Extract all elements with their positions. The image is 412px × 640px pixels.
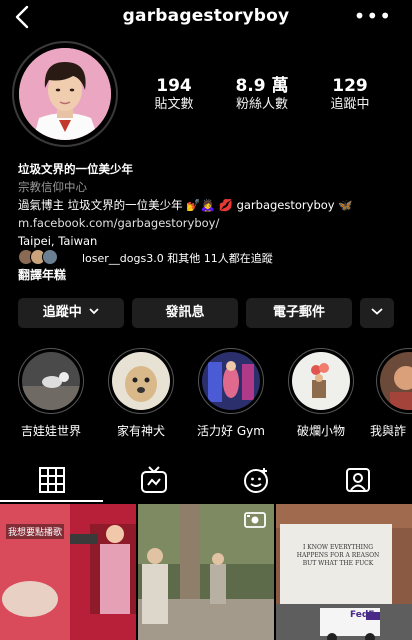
highlight-label: 吉娃娃世界 <box>20 424 81 438</box>
highlight-cover <box>112 352 170 410</box>
profile-category: 宗教信仰中心 <box>18 180 87 194</box>
suggested-button[interactable] <box>360 298 394 328</box>
posts-grid: 我想要點播歌 I KNOW EVERYTHING HAPPENS FOR A R… <box>0 504 412 640</box>
grid-icon[interactable] <box>38 466 66 494</box>
bio-link[interactable]: m.facebook.com/garbagestoryboy/ <box>18 214 398 232</box>
bio-location[interactable]: Taipei, Taiwan <box>18 232 398 250</box>
post-caption-overlay: 我想要點播歌 <box>6 524 65 539</box>
translate-link[interactable]: 翻譯年糕 <box>18 266 66 283</box>
stat-followers-value: 8.9 萬 <box>235 76 289 96</box>
highlight-cover <box>292 352 350 410</box>
top-bar: garbagestoryboy ••• <box>0 0 412 36</box>
igtv-icon[interactable] <box>140 466 168 494</box>
bio-text: 過氣博主 垃圾文界的一位美少年 💅🙇‍♀️ 💋 garbagestoryboy … <box>18 198 353 212</box>
more-icon[interactable]: ••• <box>354 6 392 26</box>
highlight-item[interactable]: 破爛小物 <box>286 348 356 438</box>
stat-following-label: 追蹤中 <box>330 97 370 112</box>
stat-followers-label: 粉絲人數 <box>235 97 288 112</box>
following-button[interactable]: 追蹤中 <box>18 298 124 328</box>
video-icon <box>244 512 266 528</box>
email-button[interactable]: 電子郵件 <box>246 298 352 328</box>
chevron-down-icon <box>89 308 99 315</box>
stat-followers[interactable]: 8.9 萬 粉絲人數 <box>217 76 307 114</box>
highlight-item[interactable]: 活力好 Gym <box>196 348 266 438</box>
highlight-label: 家有神犬 <box>116 424 165 438</box>
highlight-cover <box>380 352 412 410</box>
highlight-cover <box>22 352 80 410</box>
profile-username: garbagestoryboy <box>122 6 290 26</box>
highlight-label: 破爛小物 <box>296 424 345 438</box>
post-thumbnail[interactable]: I KNOW EVERYTHING HAPPENS FOR A REASON B… <box>276 504 412 640</box>
chevron-down-icon <box>371 308 383 315</box>
stat-posts[interactable]: 194 貼文數 <box>129 76 219 114</box>
message-button-label: 發訊息 <box>165 305 205 320</box>
highlight-label: 活力好 Gym <box>197 424 265 438</box>
stat-following[interactable]: 129 追蹤中 <box>305 76 395 114</box>
stat-posts-label: 貼文數 <box>154 97 194 112</box>
avatar[interactable] <box>12 41 118 147</box>
profile-tab-bar <box>0 458 412 502</box>
tagged-icon[interactable] <box>344 466 372 494</box>
highlight-item[interactable]: 家有神犬 <box>106 348 176 438</box>
stat-following-value: 129 <box>332 76 368 96</box>
post-truck-logo: FedEx <box>350 610 381 620</box>
post-sign-text: I KNOW EVERYTHING HAPPENS FOR A REASON B… <box>296 544 380 567</box>
highlight-label: 我與詐 <box>370 424 407 438</box>
follower-avatar <box>42 249 58 265</box>
avatar-photo <box>19 48 111 140</box>
message-button[interactable]: 發訊息 <box>132 298 238 328</box>
following-button-label: 追蹤中 <box>42 305 82 320</box>
highlight-item[interactable]: 我與詐 <box>370 348 412 438</box>
highlight-item[interactable]: 吉娃娃世界 <box>16 348 86 438</box>
post-thumbnail[interactable] <box>138 504 274 640</box>
profile-name: 垃圾文界的一位美少年 <box>18 162 133 176</box>
followed-by-row[interactable]: loser__dogs3.0 和其他 11人都在追蹤 <box>0 249 412 267</box>
highlight-cover <box>202 352 260 410</box>
profile-bio: 垃圾文界的一位美少年 宗教信仰中心 過氣博主 垃圾文界的一位美少年 💅🙇‍♀️ … <box>18 160 398 250</box>
reels-icon[interactable] <box>242 466 270 494</box>
active-tab-indicator <box>0 500 103 502</box>
followed-by-text: loser__dogs3.0 和其他 11人都在追蹤 <box>82 252 273 265</box>
profile-page: garbagestoryboy ••• 194 貼文數 8.9 萬 粉絲人數 1… <box>0 0 412 640</box>
stat-posts-value: 194 <box>156 76 192 96</box>
email-button-label: 電子郵件 <box>272 305 325 320</box>
post-thumbnail[interactable]: 我想要點播歌 <box>0 504 136 640</box>
